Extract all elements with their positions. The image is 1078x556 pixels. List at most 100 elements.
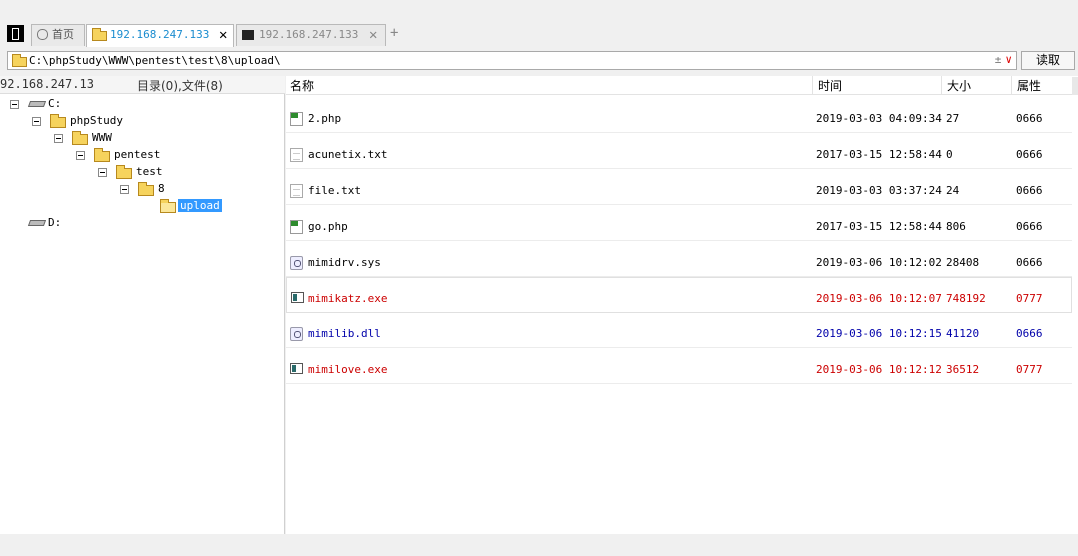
- file-name: mimilove.exe: [308, 363, 388, 376]
- new-tab-button[interactable]: +: [390, 25, 398, 41]
- file-size: 28408: [946, 256, 980, 269]
- folder-icon: [72, 131, 88, 145]
- tree-label: pentest: [114, 148, 161, 161]
- collapse-icon[interactable]: [32, 117, 41, 126]
- file-name: acunetix.txt: [308, 148, 388, 161]
- tree-label: phpStudy: [70, 114, 123, 127]
- tree-header: 92.168.247.13 目录(0),文件(8): [0, 76, 285, 94]
- system-file-icon: [290, 256, 303, 270]
- folder-icon: [138, 182, 154, 196]
- file-row[interactable]: go.php 2017-03-15 12:58:44 806 0666: [286, 206, 1072, 241]
- file-attr: 0666: [1016, 256, 1043, 269]
- tab-home-label: 首页: [52, 28, 74, 41]
- tab-terminal[interactable]: 192.168.247.133 ✕: [236, 24, 386, 46]
- file-row[interactable]: mimidrv.sys 2019-03-06 10:12:02 28408 06…: [286, 242, 1072, 277]
- file-name: mimilib.dll: [308, 327, 381, 340]
- drive-icon: [27, 220, 47, 226]
- column-divider[interactable]: [1011, 76, 1012, 94]
- collapse-icon[interactable]: [10, 100, 19, 109]
- file-time: 2019-03-06 10:12:12: [816, 363, 942, 376]
- file-attr: 0666: [1016, 220, 1043, 233]
- file-row[interactable]: acunetix.txt 2017-03-15 12:58:44 0 0666: [286, 134, 1072, 169]
- file-time: 2017-03-15 12:58:44: [816, 220, 942, 233]
- file-list-header: 名称 时间 大小 属性: [286, 76, 1078, 95]
- exe-file-icon: [290, 363, 303, 374]
- open-folder-icon: [160, 199, 176, 213]
- scrollbar[interactable]: [1072, 77, 1078, 95]
- collapse-icon[interactable]: [120, 185, 129, 194]
- php-file-icon: [290, 220, 303, 234]
- file-size: 27: [946, 112, 960, 125]
- status-bar: [0, 534, 1078, 556]
- file-row[interactable]: mimilib.dll 2019-03-06 10:12:15 41120 06…: [286, 313, 1072, 348]
- collapse-icon[interactable]: [98, 168, 107, 177]
- file-time: 2019-03-06 10:12:15: [816, 327, 942, 340]
- file-time: 2017-03-15 12:58:44: [816, 148, 942, 161]
- php-file-icon: [290, 112, 303, 126]
- path-text: C:\phpStudy\WWW\pentest\test\8\upload\: [29, 54, 281, 67]
- folder-icon: [116, 165, 132, 179]
- file-size: 748192: [946, 292, 986, 305]
- collapse-icon[interactable]: [76, 151, 85, 160]
- file-name: 2.php: [308, 112, 342, 125]
- chevron-down-icon[interactable]: ∨: [1005, 53, 1012, 66]
- system-file-icon: [290, 327, 303, 341]
- file-time: 2019-03-03 04:09:34: [816, 112, 942, 125]
- column-time-header[interactable]: 时间: [818, 77, 842, 94]
- host-label: 92.168.247.13: [0, 77, 94, 91]
- file-list-panel: 名称 时间 大小 属性 2.php 2019-03-03 04:09:34 27…: [286, 76, 1078, 534]
- text-file-icon: [290, 184, 303, 198]
- file-time: 2019-03-06 10:12:02: [816, 256, 942, 269]
- folder-icon: [50, 114, 66, 128]
- file-attr: 0666: [1016, 184, 1043, 197]
- tree-label: C:: [48, 97, 62, 110]
- text-file-icon: [290, 148, 303, 162]
- read-button[interactable]: 读取: [1021, 51, 1075, 70]
- folder-icon: [92, 28, 107, 41]
- tab-terminal-label: 192.168.247.133: [259, 28, 359, 41]
- file-size: 806: [946, 220, 966, 233]
- column-attr-header[interactable]: 属性: [1017, 77, 1041, 94]
- file-row[interactable]: file.txt 2019-03-03 03:37:24 24 0666: [286, 170, 1072, 205]
- file-size: 24: [946, 184, 960, 197]
- path-input[interactable]: C:\phpStudy\WWW\pentest\test\8\upload\ ±…: [7, 51, 1017, 70]
- column-size-header[interactable]: 大小: [947, 77, 971, 94]
- directory-tree-panel: 92.168.247.13 目录(0),文件(8) C: phpStudy WW…: [0, 76, 285, 534]
- drive-icon: [27, 101, 47, 107]
- tab-bar: 首页 192.168.247.133 ✕ 192.168.247.133 ✕ +: [0, 0, 1078, 47]
- tab-home[interactable]: 首页: [31, 24, 85, 46]
- tab-file-manager[interactable]: 192.168.247.133 ✕: [86, 24, 234, 47]
- tree-label: WWW: [92, 131, 112, 144]
- path-controls: ± ∨: [995, 53, 1012, 66]
- file-name: file.txt: [308, 184, 361, 197]
- column-divider[interactable]: [812, 76, 813, 94]
- close-icon[interactable]: ✕: [219, 25, 227, 45]
- file-name: go.php: [308, 220, 348, 233]
- column-name-header[interactable]: 名称: [290, 77, 314, 94]
- home-icon: [37, 29, 48, 40]
- file-attr: 0777: [1016, 292, 1043, 305]
- path-toggle-button[interactable]: ±: [995, 53, 1002, 66]
- file-attr: 0666: [1016, 327, 1043, 340]
- column-divider[interactable]: [941, 76, 942, 94]
- app-logo-icon[interactable]: [7, 25, 24, 42]
- tab-file-manager-label: 192.168.247.133: [110, 28, 210, 41]
- file-size: 0: [946, 148, 953, 161]
- file-row[interactable]: mimikatz.exe 2019-03-06 10:12:07 748192 …: [286, 277, 1072, 313]
- file-row[interactable]: 2.php 2019-03-03 04:09:34 27 0666: [286, 98, 1072, 133]
- folder-icon: [12, 54, 27, 67]
- close-icon[interactable]: ✕: [369, 25, 377, 45]
- tree-label: test: [136, 165, 163, 178]
- tree-label-selected: upload: [178, 199, 222, 212]
- exe-file-icon: [291, 292, 304, 303]
- file-name: mimikatz.exe: [308, 292, 388, 305]
- file-name: mimidrv.sys: [308, 256, 381, 269]
- collapse-icon[interactable]: [54, 134, 63, 143]
- file-attr: 0777: [1016, 363, 1043, 376]
- file-row[interactable]: mimilove.exe 2019-03-06 10:12:12 36512 0…: [286, 349, 1072, 384]
- folder-icon: [94, 148, 110, 162]
- file-size: 41120: [946, 327, 980, 340]
- tree-label: D:: [48, 216, 62, 229]
- file-attr: 0666: [1016, 112, 1043, 125]
- file-size: 36512: [946, 363, 980, 376]
